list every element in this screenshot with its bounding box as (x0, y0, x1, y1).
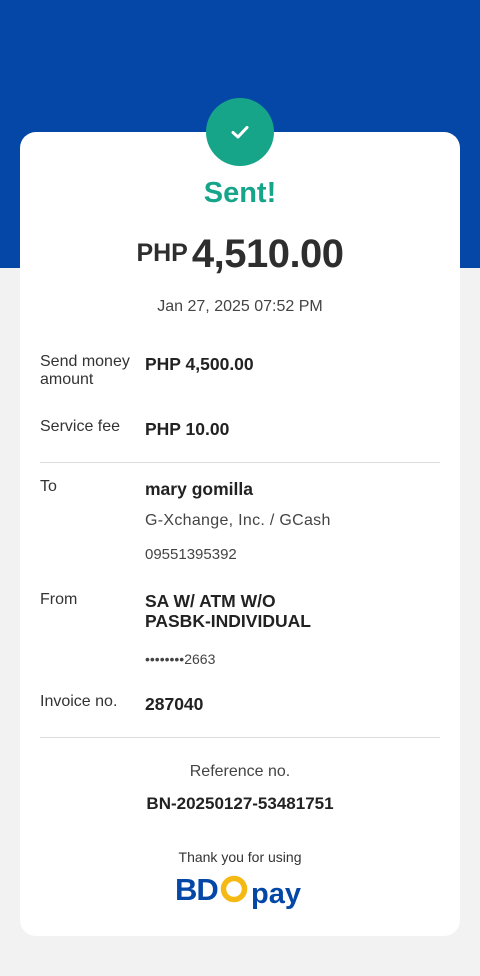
svg-text:pay: pay (251, 878, 301, 910)
send-money-value: PHP 4,500.00 (145, 354, 254, 374)
service-fee-label: Service fee (40, 418, 121, 435)
recipient-name: mary gomilla (145, 479, 253, 499)
transaction-date: Jan 27, 2025 07:52 PM (157, 298, 323, 315)
reference-value: BN-20250127-53481751 (146, 794, 334, 813)
recipient-provider: G-Xchange, Inc. / GCash (145, 512, 331, 529)
amount-currency: PHP (136, 239, 188, 267)
service-fee-value: PHP 10.00 (145, 419, 230, 439)
sender-account: SA W/ ATM W/O PASBK-INDIVIDUAL (145, 591, 311, 631)
divider (40, 737, 440, 738)
recipient-number: 09551395392 (145, 546, 237, 563)
from-label: From (40, 591, 78, 608)
checkmark-icon (231, 126, 249, 139)
send-money-label: Send money amount (40, 353, 130, 388)
receipt-card: Sent! PHP 4,510.00 Jan 27, 2025 07:52 PM … (20, 132, 460, 936)
sender-masked-number: ••••••••2663 (145, 651, 216, 667)
amount-value: 4,510.00 (191, 232, 344, 276)
invoice-value: 287040 (145, 694, 204, 714)
bdo-pay-logo: BD pay (175, 872, 301, 910)
invoice-label: Invoice no. (40, 693, 118, 710)
svg-text:BD: BD (175, 872, 218, 907)
success-badge (206, 98, 274, 166)
total-amount: PHP 4,510.00 (20, 232, 460, 277)
divider (40, 462, 440, 463)
thank-you-text: Thank you for using (178, 849, 302, 865)
reference-label: Reference no. (189, 763, 291, 780)
to-label: To (40, 478, 57, 495)
status-title: Sent! (203, 177, 277, 209)
